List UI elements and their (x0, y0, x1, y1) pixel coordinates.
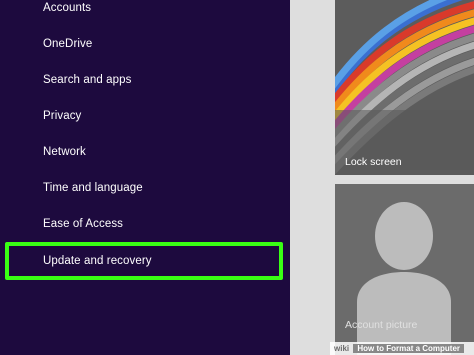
watermark-logo: wiki (334, 344, 350, 353)
wikihow-watermark: wiki How to Format a Computer (330, 342, 474, 355)
settings-sidebar: Accounts OneDrive Search and apps Privac… (0, 0, 290, 355)
lock-screen-label: Lock screen (345, 156, 402, 168)
sidebar-item-privacy[interactable]: Privacy (43, 110, 81, 122)
preview-pane: Lock screen Account picture (290, 0, 474, 355)
lock-screen-tile[interactable] (335, 0, 474, 175)
sidebar-item-ease-of-access[interactable]: Ease of Access (43, 218, 123, 230)
account-picture-label: Account picture (345, 319, 418, 331)
sidebar-item-time-and-language[interactable]: Time and language (43, 182, 143, 194)
sidebar-item-accounts[interactable]: Accounts (43, 2, 91, 14)
lock-screen-wallpaper (335, 0, 474, 175)
sidebar-item-update-and-recovery[interactable]: Update and recovery (43, 255, 152, 267)
sidebar-item-onedrive[interactable]: OneDrive (43, 38, 92, 50)
sidebar-item-search-and-apps[interactable]: Search and apps (43, 74, 131, 86)
sidebar-item-network[interactable]: Network (43, 146, 86, 158)
watermark-text: How to Format a Computer (353, 344, 465, 353)
